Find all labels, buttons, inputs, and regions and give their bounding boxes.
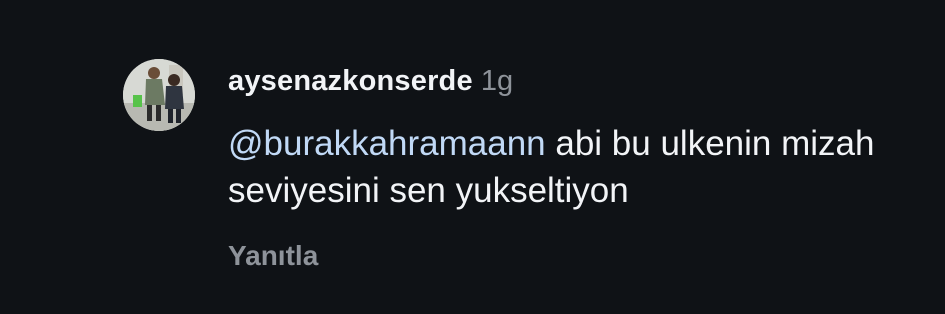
profile-photo-icon [123, 59, 195, 131]
mention-link[interactable]: @burakkahramaann [228, 124, 546, 163]
comment-content: aysenazkonserde 1g @burakkahramaann abi b… [228, 60, 918, 214]
comment-meta: aysenazkonserde 1g [228, 60, 918, 102]
comment-text: @burakkahramaann abi bu ulkenin mizah se… [228, 120, 918, 214]
timestamp: 1g [480, 65, 514, 97]
avatar[interactable] [123, 59, 195, 131]
reply-button[interactable]: Yanıtla [228, 236, 318, 276]
username-link[interactable]: aysenazkonserde [228, 65, 473, 97]
comment-item: aysenazkonserde 1g @burakkahramaann abi b… [0, 0, 945, 314]
